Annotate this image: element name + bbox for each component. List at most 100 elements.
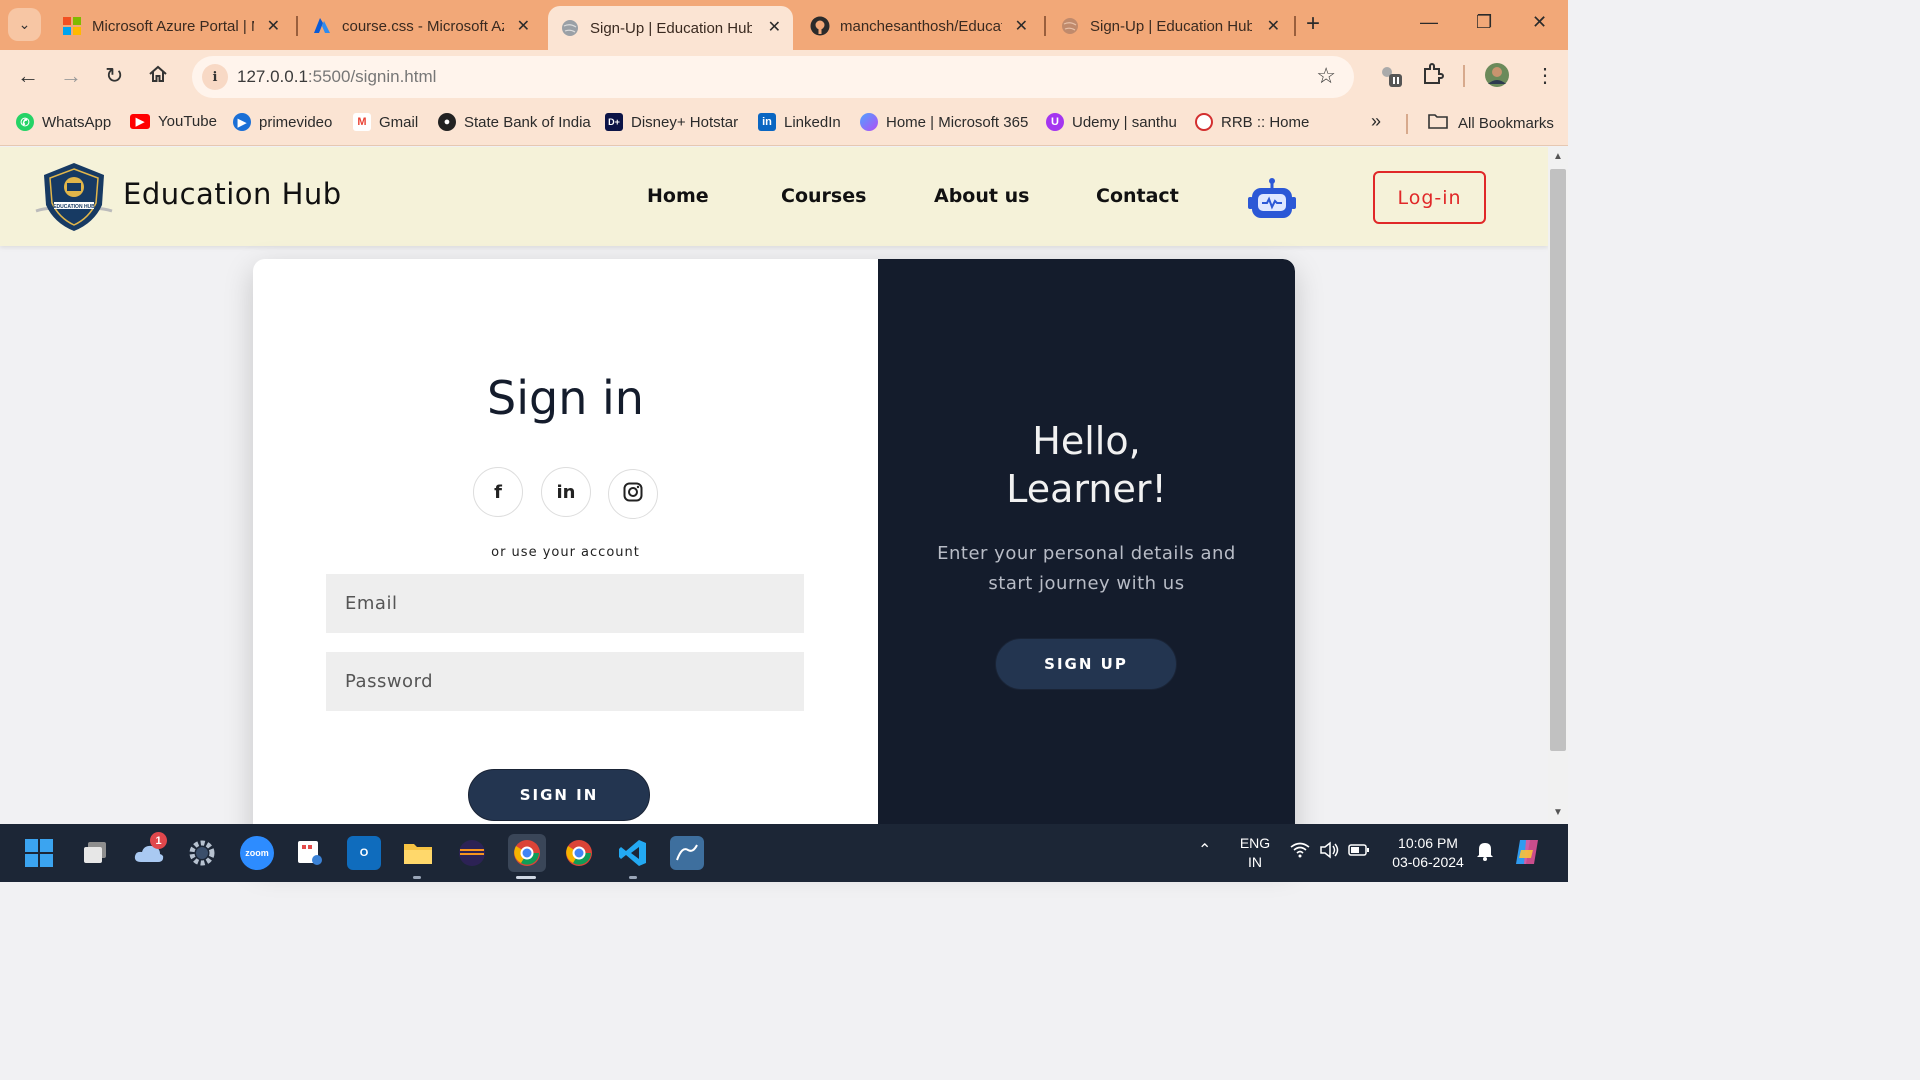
forward-button[interactable]: → [60,64,82,88]
new-tab-button[interactable]: + [1306,12,1320,36]
bookmark-star-icon[interactable]: ☆ [1316,63,1336,89]
udemy-icon: U [1046,113,1064,131]
scrollbar-thumb[interactable] [1550,169,1566,751]
bookmark-m365[interactable]: Home | Microsoft 365 [860,113,1028,131]
m365-icon [860,113,878,131]
eclipse-icon[interactable] [455,836,489,870]
linkedin-button[interactable]: in [541,467,591,517]
nav-home[interactable]: Home [647,185,709,207]
globe-icon [1060,16,1080,36]
facebook-icon: f [494,481,502,503]
copilot-icon[interactable] [1512,838,1542,871]
browser-toolbar: ← → ↻ i 127.0.0.1:5500/signin.html ☆ ⋮ [0,50,1568,102]
bookmark-primevideo[interactable]: ▶ primevideo [233,113,332,131]
linkedin-icon: in [556,481,576,503]
more-bookmarks-chevron-icon[interactable]: » [1371,111,1381,132]
email-field[interactable] [326,574,804,633]
signin-button[interactable]: SIGN IN [468,769,650,821]
mysql-workbench-icon[interactable] [670,836,704,870]
tab-signup[interactable]: Sign-Up | Education Hub ✕ [1048,5,1292,47]
signup-panel: Hello, Learner! Enter your personal deta… [878,259,1295,859]
address-bar[interactable]: i 127.0.0.1:5500/signin.html ☆ [192,56,1354,98]
reload-button[interactable]: ↻ [105,64,123,88]
windows-start-icon[interactable] [22,836,56,870]
signup-subtitle: Enter your personal details and start jo… [937,543,1236,594]
close-icon[interactable]: ✕ [517,16,530,36]
signin-title: Sign in [487,371,644,425]
task-view-icon[interactable] [78,836,112,870]
extension-icon[interactable] [1378,63,1404,95]
nav-contact[interactable]: Contact [1096,185,1179,207]
menu-kebab-icon[interactable]: ⋮ [1535,63,1555,88]
or-use-account-text: or use your account [491,545,640,560]
education-hub-logo[interactable]: EDUCATION HUB [34,161,114,233]
bookmark-whatsapp[interactable]: ✆ WhatsApp [16,113,111,131]
chrome-profile-icon[interactable] [508,834,546,872]
hotstar-icon: D+ [605,113,623,131]
close-window-button[interactable]: ✕ [1532,12,1547,33]
tray-overflow-chevron-icon[interactable]: ⌃ [1198,841,1211,860]
volume-icon[interactable] [1319,841,1341,864]
close-icon[interactable]: ✕ [267,16,280,36]
tab-signup-active[interactable]: Sign-Up | Education Hub ✕ [548,6,793,50]
notification-bell-icon[interactable] [1476,841,1494,866]
running-indicator [629,876,637,879]
tab-github[interactable]: manchesanthosh/Educati ✕ [798,5,1040,47]
vscode-icon[interactable] [616,836,650,870]
profile-avatar[interactable] [1484,62,1510,94]
chatbot-icon[interactable] [1248,177,1296,221]
file-explorer-icon[interactable] [401,836,435,870]
bookmark-youtube[interactable]: ▶ YouTube [130,113,217,130]
bookmark-linkedin[interactable]: in LinkedIn [758,113,841,131]
scroll-down-icon[interactable]: ▼ [1553,807,1563,818]
login-button[interactable]: Log-in [1373,171,1486,224]
bookmark-hotstar[interactable]: D+ Disney+ Hotstar [605,113,738,131]
close-icon[interactable]: ✕ [768,17,781,37]
puzzle-icon[interactable] [1422,63,1444,91]
password-field[interactable] [326,652,804,711]
zoom-icon[interactable]: zoom [240,836,274,870]
all-bookmarks[interactable]: All Bookmarks [1428,113,1554,133]
instagram-button[interactable] [608,469,658,519]
wifi-icon[interactable] [1290,842,1310,863]
nav-about-us[interactable]: About us [934,185,1029,207]
bookmark-rrb[interactable]: RRB :: Home [1195,113,1309,131]
page-scrollbar[interactable]: ▲ ▼ [1548,147,1568,823]
rrb-icon [1195,113,1213,131]
battery-icon[interactable] [1348,842,1370,863]
linkedin-icon: in [758,113,776,131]
chrome-icon[interactable] [562,836,596,870]
tab-separator [296,16,298,36]
tab-title: course.css - Microsoft Az [342,17,504,35]
nav-courses[interactable]: Courses [781,185,866,207]
site-info-icon[interactable]: i [202,64,228,90]
snipping-tool-icon[interactable] [293,836,327,870]
restore-button[interactable]: ❐ [1476,12,1492,33]
gmail-icon: M [353,113,371,131]
bookmark-gmail[interactable]: M Gmail [353,113,418,131]
signup-button[interactable]: SIGN UP [995,638,1177,690]
outlook-icon[interactable]: O [347,836,381,870]
clock[interactable]: 10:06 PM 03-06-2024 [1386,834,1470,872]
bookmark-sbi[interactable]: ● State Bank of India [438,113,591,131]
settings-gear-icon[interactable] [185,836,219,870]
tab-title: Sign-Up | Education Hub [1090,17,1252,35]
scroll-up-icon[interactable]: ▲ [1553,151,1563,162]
weather-widget-icon[interactable]: 1 [132,832,167,870]
azure-icon [312,16,332,36]
primevideo-icon: ▶ [233,113,251,131]
home-button[interactable] [148,64,168,89]
tab-azure-portal[interactable]: Microsoft Azure Portal | M ✕ [50,5,292,47]
close-icon[interactable]: ✕ [1015,16,1028,36]
brand-name[interactable]: Education Hub [123,177,342,211]
github-icon [810,16,830,36]
minimize-button[interactable]: — [1420,12,1438,33]
facebook-button[interactable]: f [473,467,523,517]
language-indicator[interactable]: ENG IN [1238,834,1272,872]
bookmark-udemy[interactable]: U Udemy | santhu [1046,113,1177,131]
back-button[interactable]: ← [17,64,39,88]
bookmark-separator [1406,114,1408,134]
tab-search-button[interactable]: ⌄ [8,8,41,41]
close-icon[interactable]: ✕ [1267,16,1280,36]
tab-course-css[interactable]: course.css - Microsoft Az ✕ [300,5,542,47]
